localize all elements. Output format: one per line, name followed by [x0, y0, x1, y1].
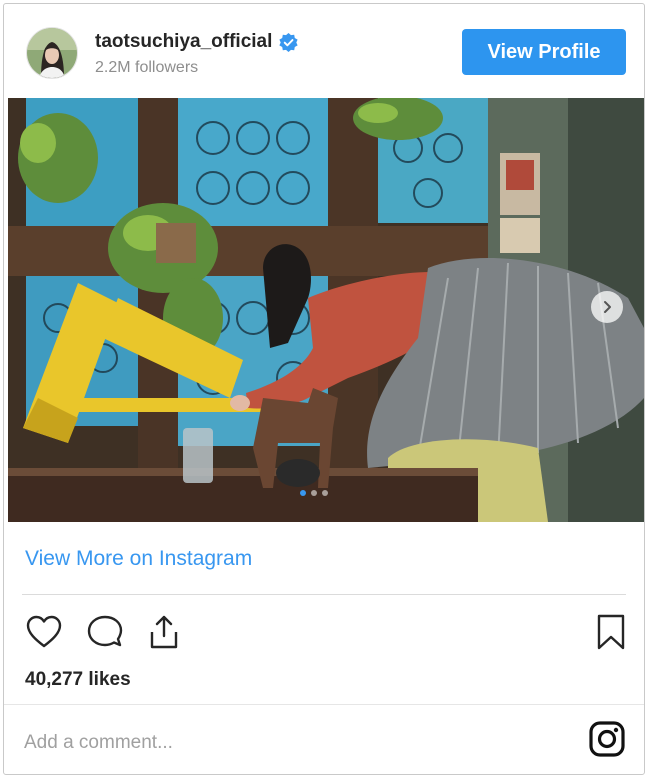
view-profile-button[interactable]: View Profile	[462, 29, 626, 75]
divider	[4, 704, 644, 705]
carousel-dots	[300, 490, 328, 496]
view-more-link[interactable]: View More on Instagram	[25, 547, 252, 571]
likes-count: 40,277 likes	[25, 669, 131, 690]
username-row: taotsuchiya_official	[95, 31, 299, 53]
chevron-right-icon	[604, 301, 611, 313]
post-header: taotsuchiya_official 2.2M followers View…	[4, 4, 644, 100]
heart-icon	[26, 615, 62, 648]
bookmark-icon	[597, 614, 625, 650]
like-button[interactable]	[22, 610, 66, 654]
avatar[interactable]	[26, 27, 78, 79]
next-slide-button[interactable]	[591, 291, 623, 323]
comment-input[interactable]	[22, 724, 446, 762]
username[interactable]: taotsuchiya_official	[95, 31, 272, 53]
comment-button[interactable]	[83, 610, 127, 654]
verified-badge-icon	[279, 32, 299, 52]
action-bar	[4, 604, 644, 660]
divider	[22, 594, 626, 595]
comment-icon	[87, 615, 123, 647]
post-image[interactable]	[8, 98, 644, 522]
instagram-embed-card: taotsuchiya_official 2.2M followers View…	[3, 3, 645, 775]
share-button[interactable]	[142, 610, 186, 654]
followers-count: 2.2M followers	[95, 59, 199, 76]
share-icon	[150, 615, 178, 649]
carousel-dot	[311, 490, 317, 496]
bookmark-button[interactable]	[589, 610, 633, 654]
instagram-logo-icon[interactable]	[587, 719, 627, 759]
carousel-dot	[300, 490, 306, 496]
carousel-dot	[322, 490, 328, 496]
